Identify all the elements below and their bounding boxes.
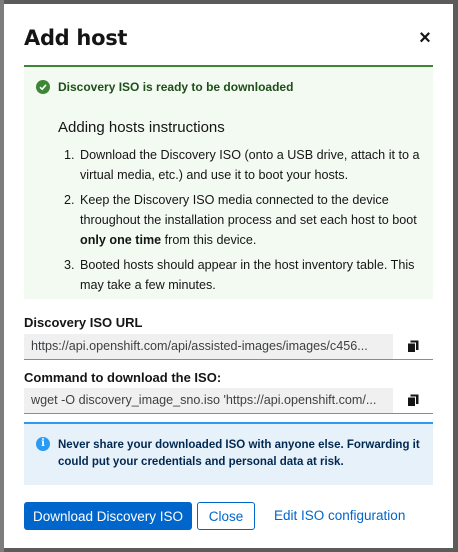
- success-alert-title: Discovery ISO is ready to be downloaded: [58, 80, 294, 94]
- edit-iso-configuration-link[interactable]: Edit ISO configuration: [274, 508, 405, 523]
- instruction-step: Booted hosts should appear in the host i…: [78, 255, 438, 295]
- instructions-list: Download the Discovery ISO (onto a USB d…: [58, 145, 438, 300]
- add-host-modal: Add host × Discovery ISO is ready to be …: [4, 4, 453, 548]
- success-alert: Discovery ISO is ready to be downloaded …: [24, 65, 433, 299]
- info-alert: i Never share your downloaded ISO with a…: [24, 422, 433, 485]
- iso-command-value[interactable]: wget -O discovery_image_sno.iso 'https:/…: [31, 393, 386, 407]
- info-circle-icon: i: [36, 437, 50, 451]
- copy-icon: [407, 394, 419, 407]
- instruction-step-emphasis: only one time: [80, 233, 162, 247]
- iso-url-value[interactable]: https://api.openshift.com/api/assisted-i…: [31, 339, 386, 353]
- iso-command-field: wget -O discovery_image_sno.iso 'https:/…: [24, 388, 433, 414]
- copy-icon: [407, 340, 419, 353]
- download-iso-button[interactable]: Download Discovery ISO: [24, 502, 192, 530]
- iso-command-label: Command to download the ISO:: [24, 370, 222, 385]
- modal-title: Add host: [24, 26, 128, 50]
- check-circle-icon: [36, 80, 50, 94]
- success-alert-header: Discovery ISO is ready to be downloaded: [36, 80, 293, 94]
- instruction-step: Download the Discovery ISO (onto a USB d…: [78, 145, 438, 185]
- instructions-title: Adding hosts instructions: [58, 119, 225, 136]
- info-alert-text: Never share your downloaded ISO with any…: [58, 439, 420, 468]
- copy-iso-url-button[interactable]: [392, 334, 433, 359]
- close-button[interactable]: Close: [197, 502, 255, 530]
- copy-iso-command-button[interactable]: [392, 388, 433, 413]
- iso-url-field: https://api.openshift.com/api/assisted-i…: [24, 334, 433, 360]
- instruction-step-tail: from this device.: [161, 233, 257, 247]
- iso-url-label: Discovery ISO URL: [24, 315, 143, 330]
- close-icon[interactable]: ×: [417, 28, 433, 48]
- instruction-step: Keep the Discovery ISO media connected t…: [78, 190, 438, 250]
- instruction-step-text: Keep the Discovery ISO media connected t…: [80, 193, 417, 227]
